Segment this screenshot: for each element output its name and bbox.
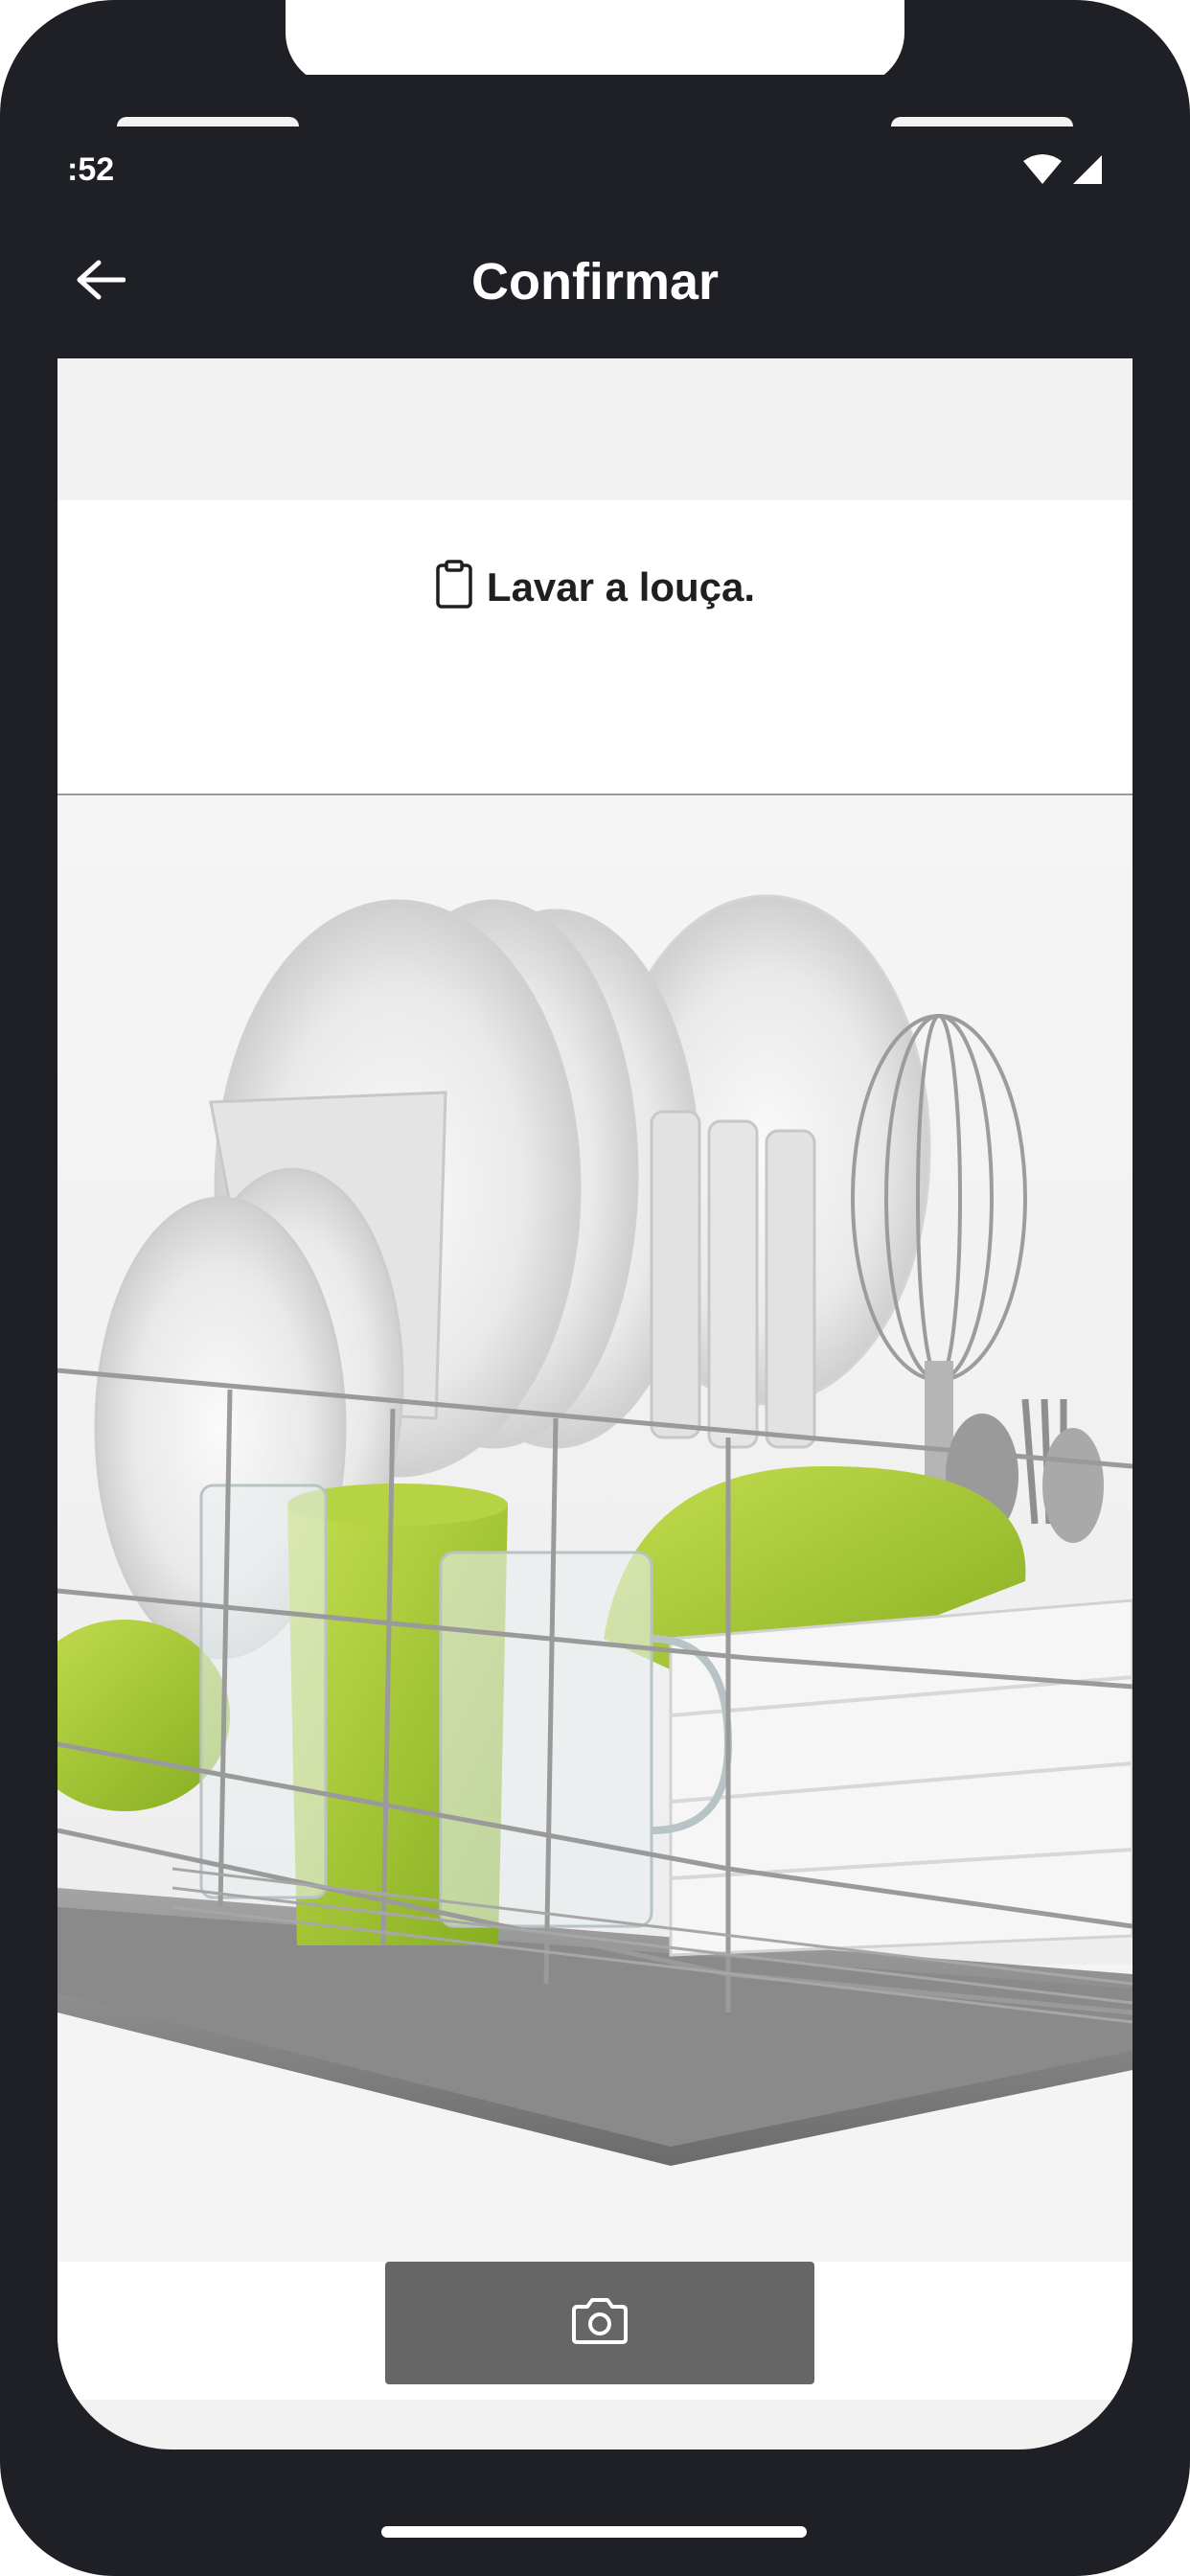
status-time: :52	[67, 151, 115, 188]
status-bar-ear-right	[891, 117, 1073, 126]
clipboard-icon	[435, 560, 473, 614]
task-row: Lavar a louça.	[57, 560, 1133, 614]
back-button[interactable]	[57, 243, 144, 320]
wifi-icon	[1021, 153, 1064, 191]
task-card: Lavar a louça.	[57, 500, 1133, 795]
camera-icon	[570, 2297, 629, 2350]
notch	[286, 0, 904, 86]
phone-device: :52 Confirmar Lavar a louça.	[0, 0, 1190, 2576]
arrow-left-icon	[76, 259, 126, 306]
home-indicator[interactable]	[381, 2526, 807, 2538]
dish-rack-photo	[57, 795, 1133, 2262]
cellular-signal-icon	[1071, 153, 1104, 191]
task-text: Lavar a louça.	[486, 564, 756, 610]
camera-button[interactable]	[385, 2262, 814, 2384]
app-header: Confirmar	[57, 209, 1133, 355]
status-bar-ear-left	[117, 117, 299, 126]
content-area: Lavar a louça.	[57, 358, 1133, 2450]
app-screen: :52 Confirmar Lavar a louça.	[57, 75, 1133, 2450]
page-title: Confirmar	[470, 253, 720, 310]
status-icons	[1021, 153, 1104, 191]
phone-frame: :52 Confirmar Lavar a louça.	[0, 0, 1190, 2576]
status-bar: :52	[57, 75, 1133, 190]
